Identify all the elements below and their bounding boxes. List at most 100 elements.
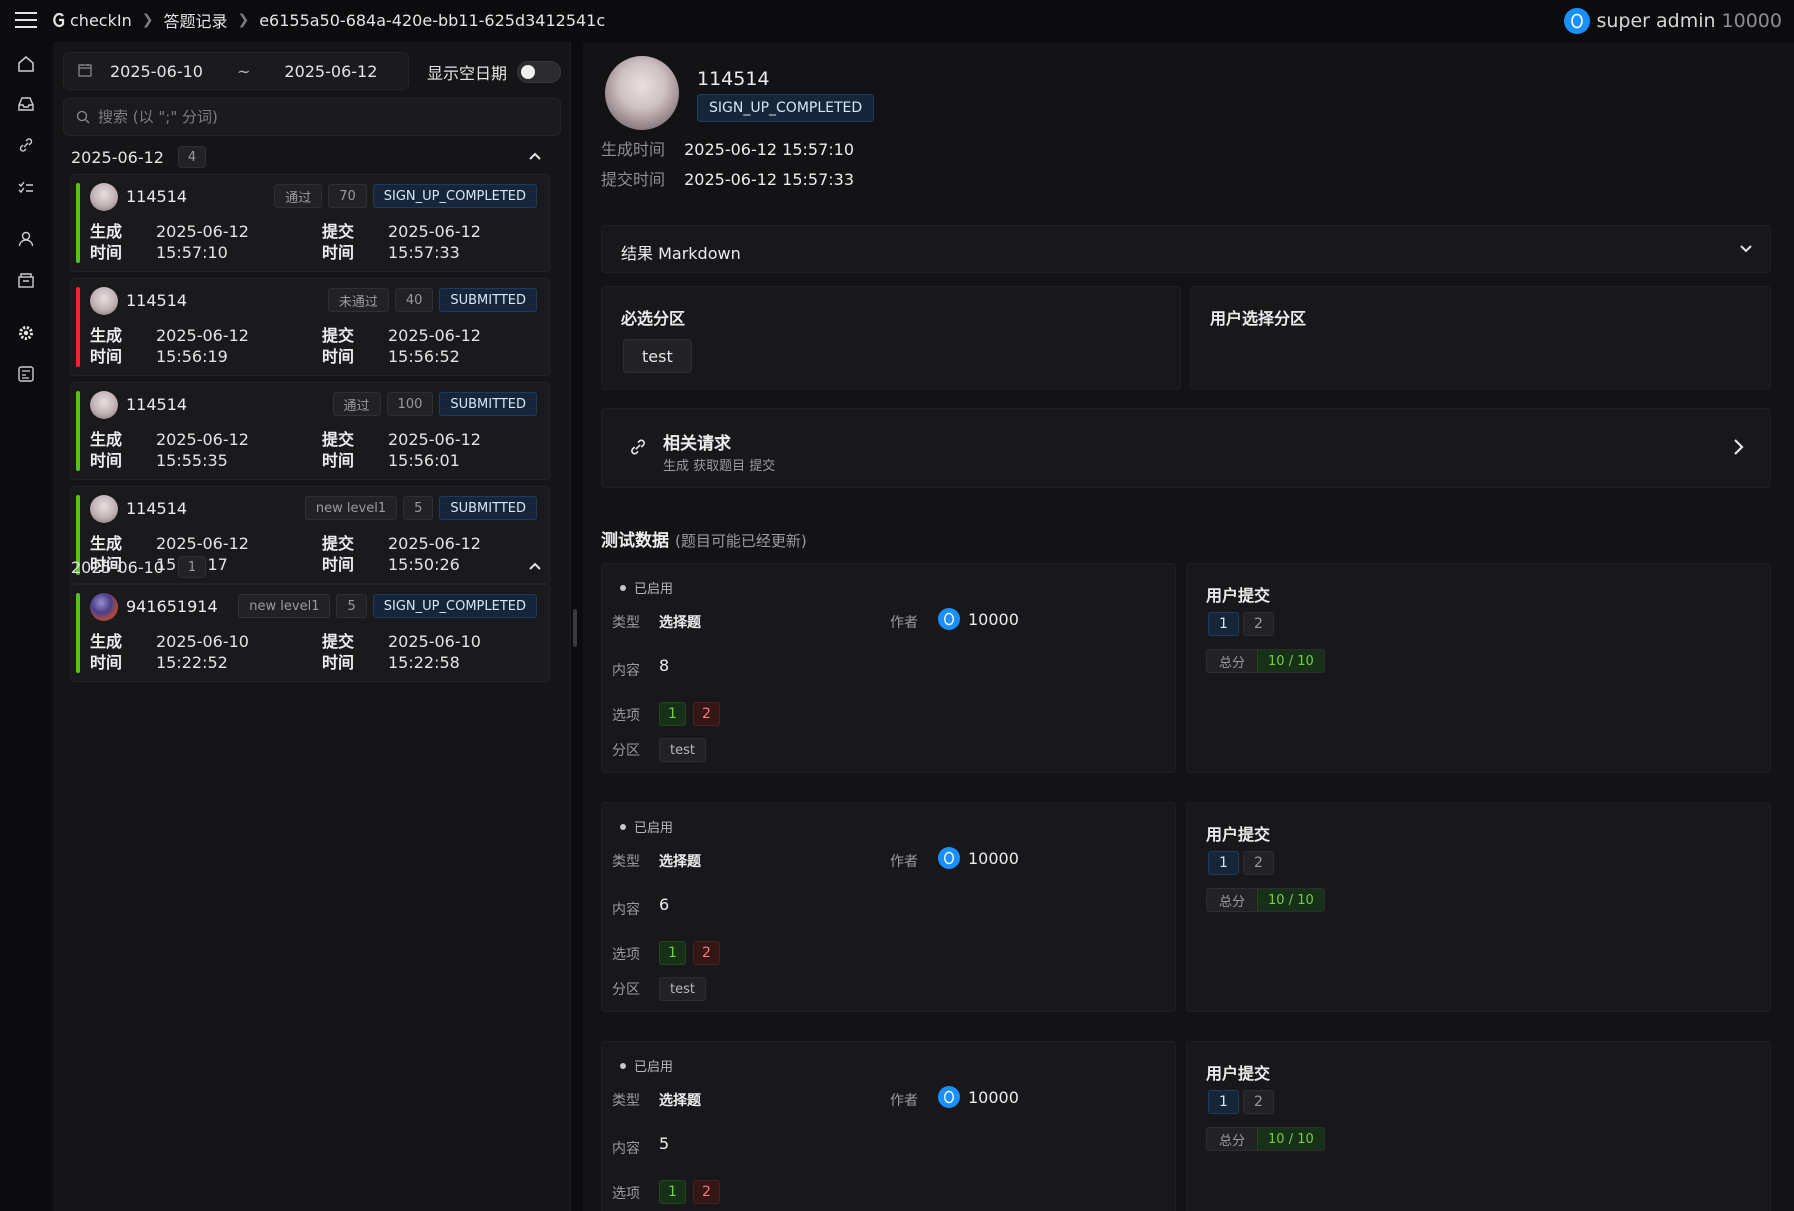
home-icon[interactable] xyxy=(14,52,38,76)
options-label: 选项 xyxy=(612,947,640,963)
result-markdown-label: 结果 Markdown xyxy=(621,244,741,263)
generated-clock: 15:22:52 xyxy=(156,653,228,672)
total-score: 总分 10 / 10 xyxy=(1206,649,1325,673)
generated-clock: 15:57:10 xyxy=(156,243,228,262)
enabled-status: 已启用 xyxy=(620,578,673,597)
generated-date: 2025-06-12 xyxy=(156,430,249,449)
user-menu[interactable]: super admin 10000 xyxy=(1564,8,1782,34)
record-card[interactable]: 114514 通过 100 SUBMITTED 生成时间 2025-06-12 15:55:… xyxy=(70,382,550,480)
submitted-time-value: 2025-06-10 15:22:58 xyxy=(388,631,488,673)
generated-time-label: 生成时间 xyxy=(601,140,666,159)
question-card: 已启用 类型 选择题 作者 10000 内容 8 选项 1 2 分区 test xyxy=(601,563,1176,773)
generated-time-value: 2025-06-12 15:57:10 xyxy=(156,221,256,263)
score-tag: 5 xyxy=(403,496,434,520)
submitted-time-label: 提交时间 xyxy=(601,170,666,189)
total-score: 总分 10 / 10 xyxy=(1206,888,1325,912)
user-icon[interactable] xyxy=(14,227,38,251)
status-dot xyxy=(620,1062,626,1069)
question-card: 已启用 类型 选择题 作者 10000 内容 5 选项 1 2 xyxy=(601,1041,1176,1211)
chevron-right-icon: ❯ xyxy=(237,12,250,28)
submitted-clock: 15:56:01 xyxy=(388,451,460,470)
zone-tag: test xyxy=(623,339,692,373)
menu-toggle-button[interactable] xyxy=(0,0,52,40)
option-wrong: 2 xyxy=(693,702,720,726)
record-tags: new level1 5 SUBMITTED xyxy=(304,496,537,520)
content-value: 5 xyxy=(659,1134,670,1153)
breadcrumb-home[interactable]: checkIn xyxy=(52,11,132,30)
user-submission-label: 用户提交 xyxy=(1206,1064,1271,1083)
checklist-icon[interactable] xyxy=(14,174,38,198)
result-markdown-collapse[interactable]: 结果 Markdown xyxy=(601,225,1771,273)
date-start[interactable]: 2025-06-10 xyxy=(110,62,203,81)
submitted-date: 2025-06-12 xyxy=(388,222,481,241)
submitted-time-label: 提交时间 xyxy=(322,534,355,574)
date-end[interactable]: 2025-06-12 xyxy=(284,62,377,81)
test-data-title: 测试数据 xyxy=(601,531,669,551)
user-zone-label: 用户选择分区 xyxy=(1210,309,1307,328)
hamburger-icon xyxy=(15,12,37,28)
related-requests-link[interactable]: 相关请求 生成 获取题目 提交 xyxy=(601,408,1771,488)
generated-date: 2025-06-12 xyxy=(156,534,249,553)
user-submission-card: 用户提交 1 2 总分 10 / 10 xyxy=(1186,1041,1771,1211)
enabled-label: 已启用 xyxy=(634,582,674,597)
answer-unselected: 2 xyxy=(1243,612,1274,636)
option-wrong: 2 xyxy=(693,1180,720,1204)
records-panel: 2025-06-10 ~ 2025-06-12 显示空日期 2025-06-12… xyxy=(53,42,571,1211)
submitted-clock: 15:57:33 xyxy=(388,243,460,262)
generated-time-value: 2025-06-10 15:22:52 xyxy=(156,631,256,673)
panel-resize-handle[interactable] xyxy=(573,609,577,647)
archive-icon[interactable] xyxy=(14,268,38,292)
avatar xyxy=(605,56,679,130)
type-value: 选择题 xyxy=(659,615,701,631)
related-requests-subtitle: 生成 获取题目 提交 xyxy=(663,459,776,474)
user-submission-label: 用户提交 xyxy=(1206,825,1271,844)
panel-icon[interactable] xyxy=(14,362,38,386)
total-score-label: 总分 xyxy=(1207,1128,1258,1150)
submitted-time-row: 提交时间 2025-06-12 15:57:33 xyxy=(601,166,854,190)
qq-avatar-icon xyxy=(938,1086,960,1108)
group-date: 2025-06-12 xyxy=(71,147,164,167)
record-card[interactable]: 114514 未通过 40 SUBMITTED 生成时间 2025-06-12 15:56:… xyxy=(70,278,550,376)
show-empty-label: 显示空日期 xyxy=(427,64,508,83)
inbox-icon[interactable] xyxy=(14,92,38,116)
group-header: 2025-06-12 4 xyxy=(71,146,206,168)
search-icon xyxy=(76,110,90,124)
chevron-up-icon[interactable] xyxy=(527,558,543,577)
status-dot xyxy=(620,823,626,830)
enabled-label: 已启用 xyxy=(634,821,674,836)
breadcrumb-records[interactable]: 答题记录 xyxy=(163,8,227,32)
type-label: 类型 xyxy=(612,1093,640,1109)
search-box[interactable] xyxy=(63,98,561,136)
zone-tag: test xyxy=(659,977,706,1001)
record-card[interactable]: 114514 通过 70 SIGN_UP_COMPLETED 生成时间 2025-06-1… xyxy=(70,174,550,272)
submitted-time-value: 2025-06-12 15:57:33 xyxy=(684,170,855,189)
link-icon[interactable] xyxy=(14,133,38,157)
gear-icon[interactable] xyxy=(14,321,38,345)
record-username: 941651914 xyxy=(126,597,218,616)
result-tag: 通过 xyxy=(332,392,381,416)
test-data-note: (题目可能已经更新) xyxy=(675,532,807,550)
qq-avatar-icon xyxy=(938,608,960,630)
date-range-picker[interactable]: 2025-06-10 ~ 2025-06-12 xyxy=(63,52,409,90)
top-bar: checkIn ❯ 答题记录 ❯ e6155a50-684a-420e-bb11… xyxy=(0,0,1794,40)
status-tag: SIGN_UP_COMPLETED xyxy=(372,184,537,208)
enabled-status: 已启用 xyxy=(620,1056,673,1075)
submitted-time-value: 2025-06-12 15:56:01 xyxy=(388,429,488,471)
answer-selected: 1 xyxy=(1208,851,1239,875)
submitted-date: 2025-06-12 xyxy=(388,534,481,553)
generated-time-label: 生成时间 xyxy=(90,430,123,470)
submitted-time-label: 提交时间 xyxy=(322,326,355,366)
enabled-status: 已启用 xyxy=(620,817,673,836)
avatar xyxy=(90,495,118,523)
submitted-date: 2025-06-10 xyxy=(388,632,481,651)
record-card[interactable]: 941651914 new level1 5 SIGN_UP_COMPLETED 生成时… xyxy=(70,584,550,682)
search-input[interactable] xyxy=(98,108,538,126)
author-id: 10000 xyxy=(968,609,1019,629)
group-count-badge: 1 xyxy=(177,556,206,578)
chevron-up-icon[interactable] xyxy=(527,148,543,167)
status-indicator xyxy=(76,593,80,673)
user-submission-label: 用户提交 xyxy=(1206,586,1271,605)
show-empty-toggle[interactable] xyxy=(517,61,562,83)
zone-label: 分区 xyxy=(612,982,640,998)
score-tag: 100 xyxy=(386,392,434,416)
